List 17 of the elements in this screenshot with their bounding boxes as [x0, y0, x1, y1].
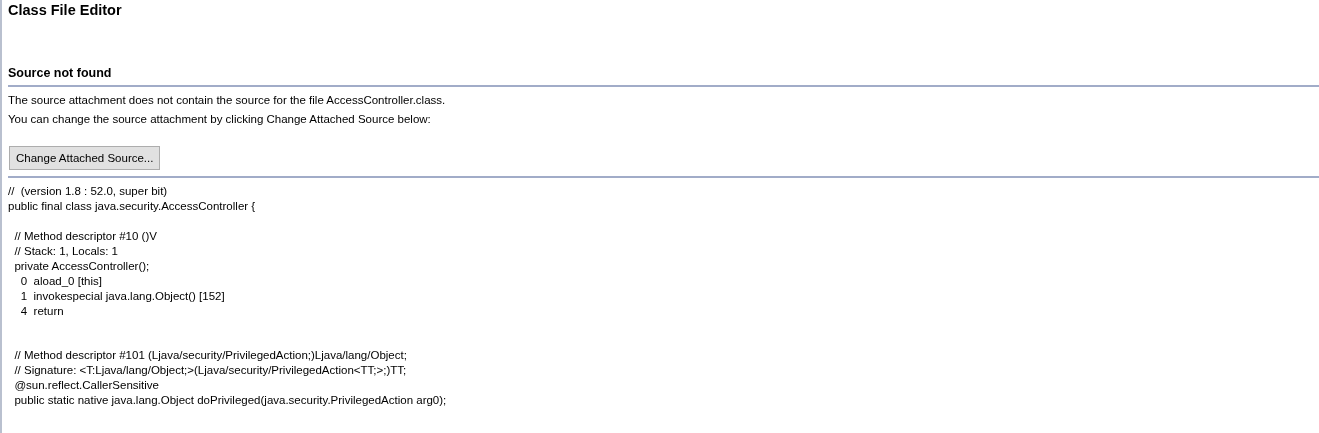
message-text: The source attachment does not contain the source for the file AccessController.class.	[8, 93, 447, 108]
section-heading: Source not found	[8, 65, 113, 82]
change-source-button[interactable]: Change Attached Source...	[9, 146, 161, 170]
code-line: // (version 1.8 : 52.0, super bit)	[8, 184, 169, 199]
code-line: public static native java.lang.Object doPrivileged(java.security.PrivilegedAction arg0);	[13, 393, 448, 408]
code-line: @sun.reflect.CallerSensitive	[13, 378, 160, 393]
code-line: public final class java.security.AccessController {	[8, 199, 257, 214]
code-line: private AccessController();	[13, 259, 151, 274]
code-line: 1 invokespecial java.lang.Object() [152]	[19, 289, 226, 304]
code-line: // Method descriptor #10 ()V	[13, 229, 158, 244]
code-line: // Signature: <T:Ljava/lang/Object;>(Ljava/security/PrivilegedAction<TT;>;)TT;	[13, 363, 408, 378]
message-text: You can change the source attachment by clicking Change Attached Source below:	[8, 112, 432, 127]
code-line: 4 return	[19, 304, 65, 319]
code-line: // Method descriptor #101 (Ljava/security/PrivilegedAction;)Ljava/lang/Object;	[13, 348, 408, 363]
code-line: // Stack: 1, Locals: 1	[13, 244, 119, 259]
editor-title: Class File Editor	[8, 1, 123, 19]
code-line: 0 aload_0 [this]	[19, 274, 103, 289]
